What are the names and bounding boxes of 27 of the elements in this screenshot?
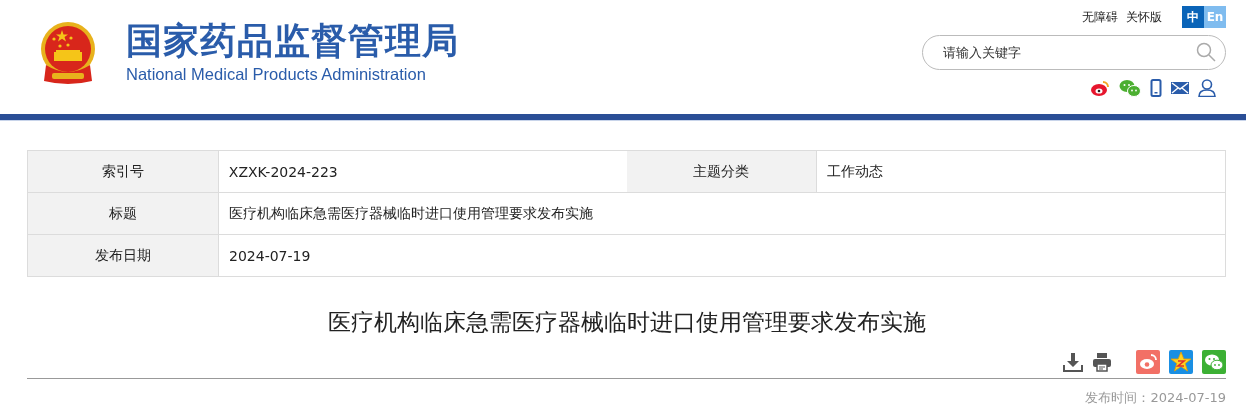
language-tab[interactable]: 中 xyxy=(1182,6,1204,28)
table-value-cell-text: 2024-07-19 xyxy=(228,246,312,266)
user-icon[interactable] xyxy=(1198,79,1216,97)
emblem-logo-icon xyxy=(38,21,98,85)
weibo-icon[interactable] xyxy=(1090,79,1110,97)
table-label-cell: 发布日期 xyxy=(28,235,219,276)
star-share-icon[interactable] xyxy=(1169,350,1193,374)
table-value-cell-text: 工作动态 xyxy=(826,161,885,181)
wechat-icon[interactable] xyxy=(1119,79,1141,97)
phone-icon[interactable] xyxy=(1150,79,1162,97)
table-value-cell-text: XZXK-2024-223 xyxy=(227,162,339,182)
wechat-share-icon[interactable] xyxy=(1202,350,1226,374)
publish-time: 发布时间：2024-07-19 xyxy=(1084,389,1226,407)
download-icon[interactable] xyxy=(1063,352,1083,372)
mail-icon[interactable] xyxy=(1171,81,1189,95)
site-subtitle: National Medical Products Administration xyxy=(126,64,427,84)
print-icon[interactable] xyxy=(1092,352,1112,372)
table-value-cell-text: 医疗机构临床急需医疗器械临时进口使用管理要求发布实施 xyxy=(228,203,594,223)
weibo-share-icon[interactable] xyxy=(1136,350,1160,374)
table-label-cell: 主题分类 xyxy=(626,151,818,192)
table-label-cell: 标题 xyxy=(28,193,219,234)
table-label-cell: 索引号 xyxy=(28,151,219,192)
site-title: 国家药品监督管理局 xyxy=(126,18,459,63)
header-link[interactable]: 关怀版 xyxy=(1126,8,1162,26)
article-title: 医疗机构临床急需医疗器械临时进口使用管理要求发布实施 xyxy=(326,308,927,337)
header-link[interactable]: 无障碍 xyxy=(1082,8,1118,26)
search-field[interactable]: 请输入关键字 xyxy=(922,35,1226,70)
